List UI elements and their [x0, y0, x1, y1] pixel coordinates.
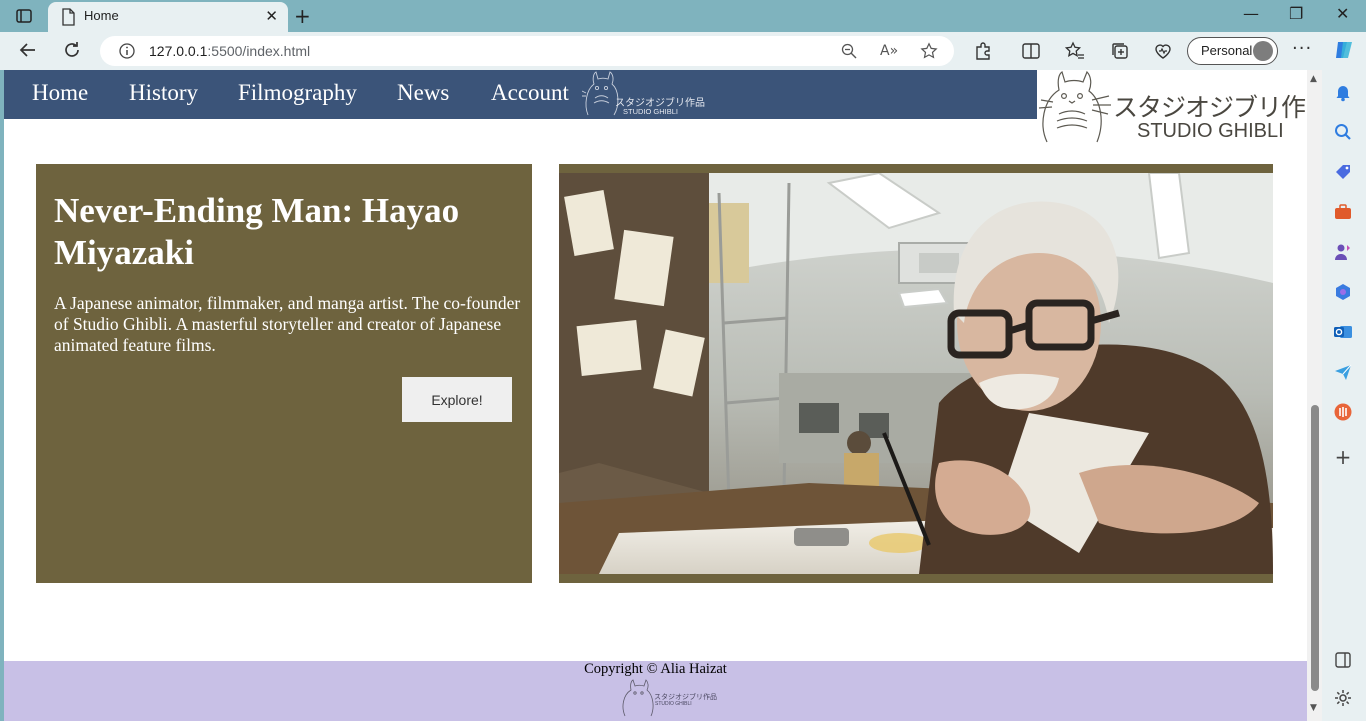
copyright-text: Copyright © Alia Haizat: [584, 661, 727, 677]
notifications-bell-icon[interactable]: [1333, 82, 1353, 102]
hero-description: A Japanese animator, filmmaker, and mang…: [54, 293, 521, 355]
browser-essentials-icon[interactable]: [1153, 41, 1173, 65]
close-window-icon[interactable]: ✕: [1336, 4, 1349, 23]
refresh-icon[interactable]: [62, 40, 82, 65]
tab-title: Home: [84, 8, 119, 23]
tab-home[interactable]: Home ✕: [48, 2, 288, 32]
close-tab-icon[interactable]: ✕: [265, 7, 278, 25]
nav-account-link[interactable]: Account: [491, 80, 569, 106]
header-logo-japanese: スタジオジブリ作品: [1113, 93, 1322, 122]
site-info-icon[interactable]: [118, 42, 136, 64]
toolbar: 127.0.0.1:5500/index.html A» Personal ··…: [0, 32, 1366, 70]
restore-icon[interactable]: ❐: [1289, 4, 1303, 23]
back-icon[interactable]: [18, 40, 38, 65]
shopping-tag-icon[interactable]: [1333, 162, 1353, 182]
profile-button[interactable]: Personal: [1187, 37, 1278, 65]
new-tab-icon[interactable]: +: [294, 4, 311, 28]
tab-strip: Home ✕ + — ❐ ✕: [0, 0, 1366, 32]
nav-news-link[interactable]: News: [397, 80, 449, 106]
studio-ghibli-nav-logo[interactable]: スタジオジブリ作品 STUDIO GHIBLI: [581, 70, 705, 119]
zoom-out-icon[interactable]: [840, 42, 858, 64]
outlook-icon[interactable]: [1333, 322, 1353, 342]
microsoft-365-icon[interactable]: [1333, 282, 1353, 302]
profile-label: Personal: [1201, 43, 1253, 58]
nav-logo-english: STUDIO GHIBLI: [623, 107, 679, 116]
tab-actions-icon[interactable]: [14, 6, 34, 26]
url-text[interactable]: 127.0.0.1:5500/index.html: [149, 43, 310, 59]
collections-icon[interactable]: [1110, 41, 1130, 65]
drop-send-icon[interactable]: [1333, 362, 1353, 382]
hide-sidebar-icon[interactable]: [1333, 650, 1353, 670]
address-bar[interactable]: 127.0.0.1:5500/index.html A»: [100, 36, 954, 66]
header-logo-english: STUDIO GHIBLI: [1137, 120, 1284, 142]
explore-button[interactable]: Explore!: [402, 377, 512, 422]
copilot-icon[interactable]: [1332, 38, 1356, 62]
hero-title: Never-Ending Man: Hayao Miyazaki: [54, 191, 460, 272]
avatar: [1253, 41, 1273, 61]
tools-briefcase-icon[interactable]: [1333, 202, 1353, 222]
app-launcher-icon[interactable]: [1333, 402, 1353, 422]
site-footer: Copyright © Alia Haizat スタジオジブリ作品 STUDIO…: [4, 661, 1307, 721]
favorite-star-icon[interactable]: [920, 42, 938, 64]
footer-logo-english: STUDIO GHIBLI: [655, 701, 692, 707]
settings-gear-icon[interactable]: [1333, 688, 1353, 708]
footer-ghibli-logo: スタジオジブリ作品 STUDIO GHIBLI: [621, 679, 717, 717]
scroll-up-arrow-icon[interactable]: ▲: [1310, 74, 1317, 84]
more-options-icon[interactable]: ···: [1292, 38, 1312, 59]
studio-ghibli-header-logo[interactable]: スタジオジブリ作品 STUDIO GHIBLI: [1037, 70, 1322, 146]
hero-photo-frame: [559, 164, 1273, 583]
extensions-icon[interactable]: [973, 41, 993, 65]
minimize-icon[interactable]: —: [1243, 4, 1259, 23]
scrollbar-thumb[interactable]: [1311, 405, 1319, 691]
page-viewport: Home History Filmography News Account スタ…: [4, 70, 1322, 721]
search-icon[interactable]: [1333, 122, 1353, 142]
split-screen-icon[interactable]: [1021, 41, 1041, 65]
favorites-icon[interactable]: [1064, 41, 1085, 65]
scroll-down-arrow-icon[interactable]: ▼: [1310, 703, 1317, 713]
add-sidebar-app-icon[interactable]: +: [1333, 445, 1353, 469]
hero-card: Never-Ending Man: Hayao Miyazaki A Japan…: [36, 164, 532, 583]
page-icon: [60, 8, 76, 30]
miyazaki-photo: [559, 173, 1273, 574]
games-icon[interactable]: [1333, 242, 1353, 262]
nav-history-link[interactable]: History: [129, 80, 198, 106]
edge-sidebar: +: [1322, 70, 1366, 721]
page-scrollbar[interactable]: ▲ ▼: [1307, 70, 1322, 721]
read-aloud-icon[interactable]: A»: [880, 43, 898, 59]
nav-filmography-link[interactable]: Filmography: [238, 80, 357, 106]
nav-home-link[interactable]: Home: [32, 80, 88, 106]
